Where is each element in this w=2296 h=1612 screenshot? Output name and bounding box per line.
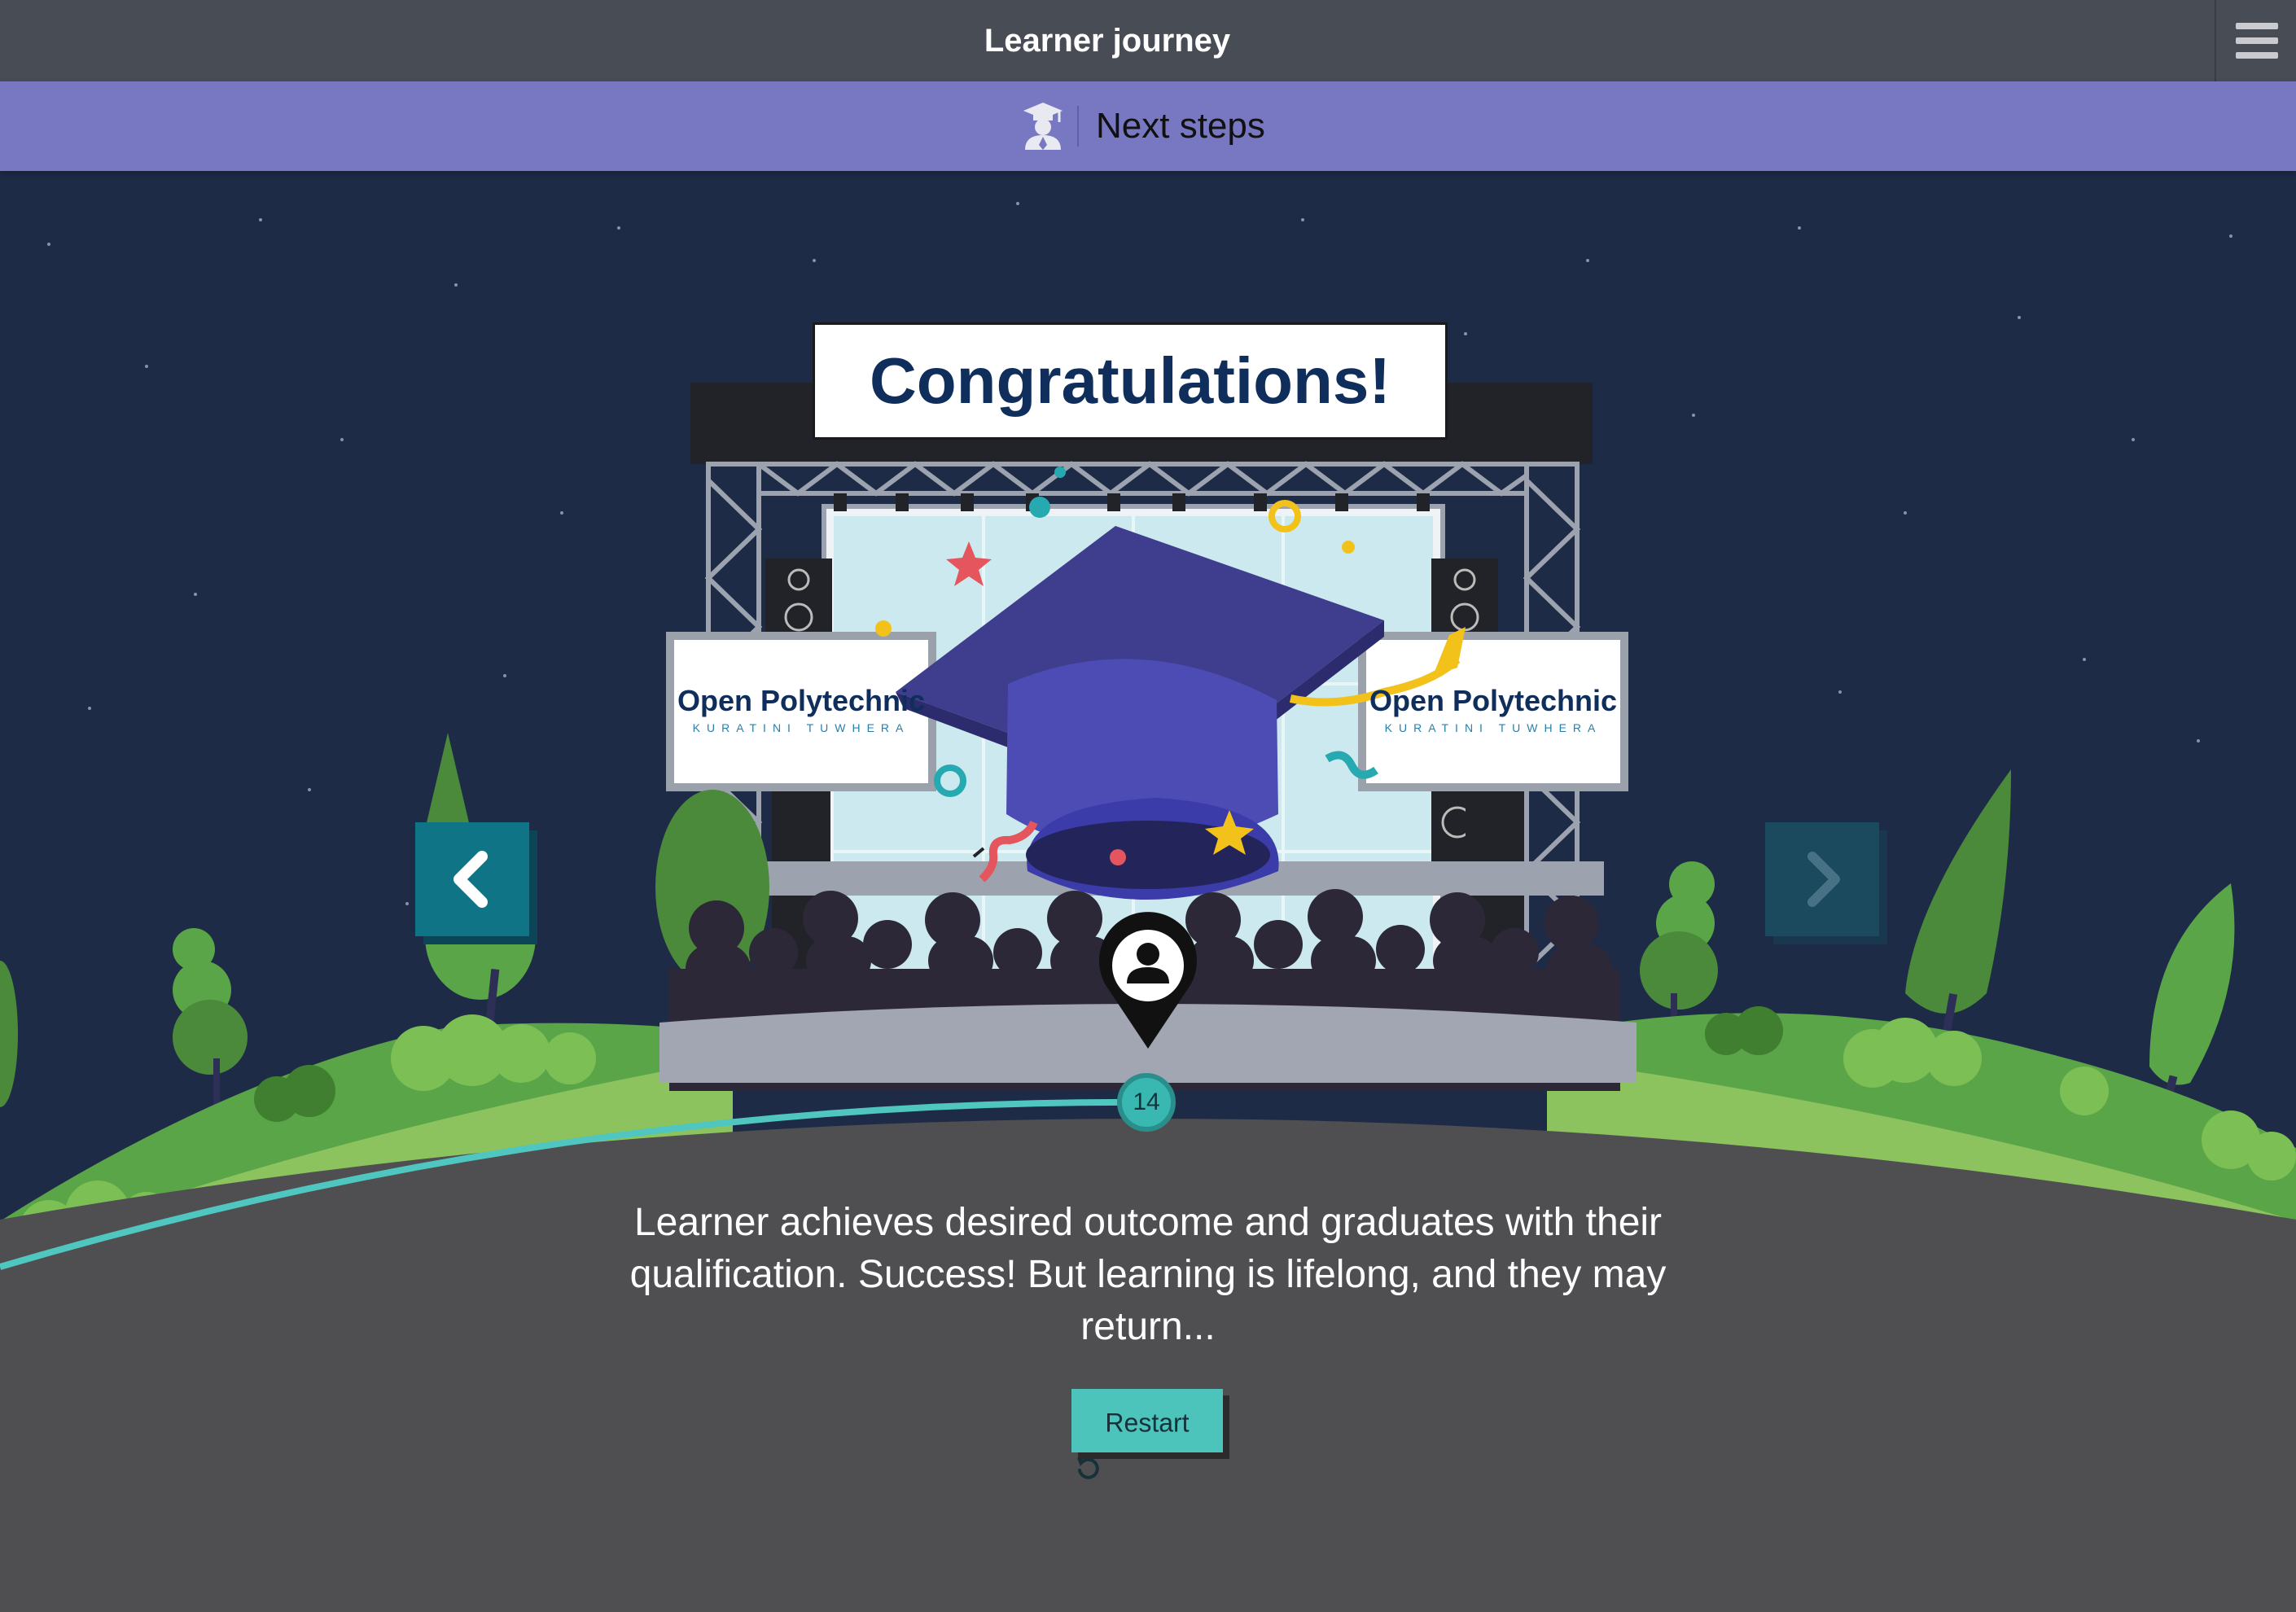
step-number-badge: 14 [1117,1073,1176,1132]
logo-subtitle: KURATINI TUWHERA [1384,721,1602,734]
hamburger-menu-icon-line [2236,37,2278,44]
section-title: Next steps [1096,106,1265,146]
right-screen-logo: Open Polytechnic KURATINI TUWHERA [1366,640,1620,783]
chevron-right-icon [1807,852,1840,907]
restart-button[interactable]: Restart [1071,1389,1223,1479]
hamburger-menu-icon-line [2236,52,2278,59]
hamburger-menu-icon [2236,23,2278,29]
road-hill [0,1119,2296,1612]
logo-name: Open Polytechnic [1369,684,1618,717]
graduation-scene: Congratulations! Open Polytechnic KURATI… [0,171,2296,1612]
logo-name: Open Polytechnic [677,684,926,717]
step-description: Learner achieves desired outcome and gra… [629,1201,1667,1348]
section-divider [1077,106,1079,147]
top-bar: Learner journey [0,0,2296,81]
banner-text: Congratulations! [870,344,1391,417]
restart-icon [1077,1457,1099,1479]
hamburger-menu-button[interactable] [2215,0,2296,81]
previous-step-button[interactable] [415,822,529,936]
chevron-left-icon [454,851,488,908]
logo-subtitle: KURATINI TUWHERA [692,721,910,734]
restart-label: Restart [1105,1408,1190,1438]
next-step-button[interactable] [1765,822,1879,936]
app-title: Learner journey [984,23,1231,59]
graduate-icon [1023,103,1063,150]
section-bar: Next steps [0,81,2296,171]
left-screen-logo: Open Polytechnic KURATINI TUWHERA [674,640,928,783]
congratulations-banner: Congratulations! [813,322,1448,440]
